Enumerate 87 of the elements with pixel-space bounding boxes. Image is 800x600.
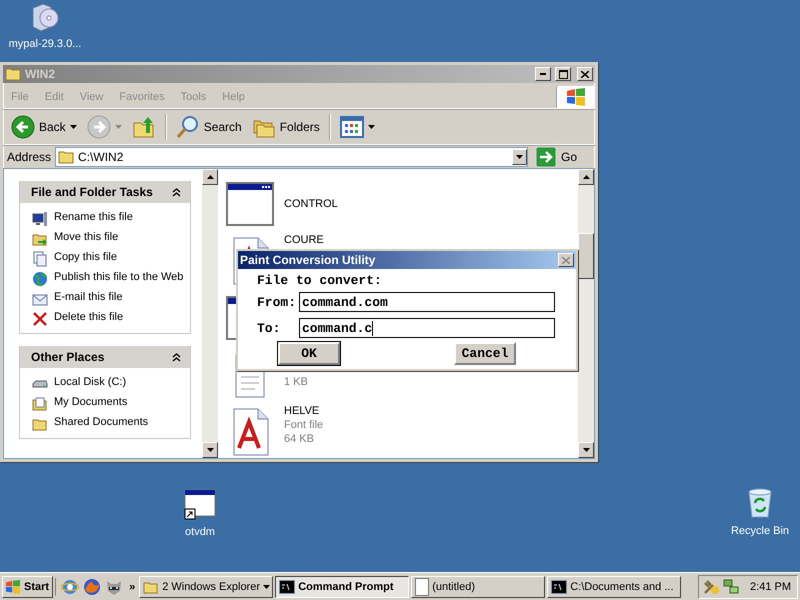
folders-button[interactable]: Folders xyxy=(248,113,324,141)
scrollbar[interactable] xyxy=(578,169,594,458)
overflow-button[interactable]: » xyxy=(127,580,138,592)
caret-icon xyxy=(114,125,122,129)
network-icon[interactable] xyxy=(722,578,740,596)
start-button[interactable]: Start xyxy=(2,576,54,598)
taskbar-button[interactable]: Command Prompt xyxy=(275,576,410,598)
address-label: Address xyxy=(7,150,52,164)
file-size: 1 KB xyxy=(284,375,308,389)
close-icon xyxy=(562,256,570,264)
taskbar-button[interactable]: 2 Windows Explorer xyxy=(139,576,274,598)
go-button[interactable]: Go xyxy=(532,147,591,167)
view-grid-icon xyxy=(340,116,364,138)
caret-icon xyxy=(70,125,77,129)
text-field[interactable]: command.com xyxy=(299,292,555,312)
desktop-icon-label[interactable]: Recycle Bin xyxy=(730,525,790,537)
monitor-icon xyxy=(32,211,48,227)
blank-page-icon xyxy=(415,578,430,596)
down-arrow-icon xyxy=(582,448,590,452)
scroll-down-button[interactable] xyxy=(578,442,594,458)
scroll-down-button[interactable] xyxy=(202,442,218,458)
globe-e-icon[interactable] xyxy=(61,578,80,596)
close-icon xyxy=(581,70,589,78)
taskbar-button[interactable]: (untitled) xyxy=(411,576,546,598)
close-button[interactable] xyxy=(558,253,574,267)
globe-icon xyxy=(32,271,48,287)
task-link[interactable]: Local Disk (C:) xyxy=(54,376,126,389)
tools-icon[interactable] xyxy=(702,578,720,596)
caret-icon xyxy=(516,155,523,159)
folder-icon xyxy=(58,150,74,164)
pages-icon xyxy=(32,251,48,267)
folder-up-arrow-icon xyxy=(132,115,156,139)
task-link[interactable]: Rename this file xyxy=(54,211,133,224)
task-link[interactable]: My Documents xyxy=(54,396,128,409)
delete-icon xyxy=(32,311,48,327)
taskbar-button[interactable]: C:\Documents and ... xyxy=(547,576,682,598)
close-button[interactable] xyxy=(577,67,593,81)
text-field[interactable]: command.c xyxy=(299,318,555,338)
search-icon xyxy=(176,115,200,139)
file-type: Font file xyxy=(284,418,324,432)
dialog-heading: File to convert: xyxy=(256,273,383,289)
flag-icon xyxy=(566,88,586,106)
flag-icon xyxy=(5,580,21,594)
caret-icon xyxy=(368,125,375,129)
file-name[interactable]: HELVE xyxy=(284,404,324,418)
dialog-button[interactable]: OK xyxy=(278,342,340,365)
minimize-icon xyxy=(540,73,546,75)
task-link[interactable]: Copy this file xyxy=(54,251,117,264)
file-size: 64 KB xyxy=(284,432,315,446)
collapse-chevron-icon[interactable] xyxy=(172,352,181,362)
dropdown-button[interactable] xyxy=(512,149,527,165)
file-name[interactable]: COURE xyxy=(284,233,324,247)
up-arrow-icon xyxy=(206,175,214,179)
scroll-thumb[interactable] xyxy=(578,233,594,279)
scroll-up-button[interactable] xyxy=(578,169,594,185)
search-button[interactable]: Search xyxy=(172,113,246,141)
back-button[interactable]: Back xyxy=(7,113,81,141)
field-label: From: xyxy=(257,294,298,310)
console-icon xyxy=(279,580,296,594)
task-link[interactable]: E-mail this file xyxy=(54,291,122,304)
field-label: To: xyxy=(257,320,282,336)
fox-globe-icon[interactable] xyxy=(83,578,102,596)
maximize-button[interactable] xyxy=(555,67,571,81)
window-shortcut-icon[interactable] xyxy=(184,488,216,520)
task-link[interactable]: Shared Documents xyxy=(54,416,148,429)
window-title: WIN2 xyxy=(25,67,56,81)
down-arrow-icon xyxy=(206,448,214,452)
desktop-icon-label[interactable]: mypal-29.3.0... xyxy=(8,38,82,50)
maximize-icon xyxy=(558,70,568,78)
console-icon xyxy=(551,580,568,594)
task-link[interactable]: Move this file xyxy=(54,231,118,244)
up-arrow-icon xyxy=(582,175,590,179)
file-name[interactable]: CONTROL xyxy=(284,196,338,210)
collapse-chevron-icon[interactable] xyxy=(172,188,181,196)
scrollbar[interactable] xyxy=(202,169,218,458)
dialog-title: Paint Conversion Utility xyxy=(240,253,376,267)
desktop-icon-label[interactable]: otvdm xyxy=(185,526,215,538)
clock: 2:41 PM xyxy=(750,580,791,592)
task-link[interactable]: Delete this file xyxy=(54,311,124,324)
scroll-up-button[interactable] xyxy=(202,169,218,185)
program-window-icon xyxy=(226,182,274,226)
task-link[interactable]: Publish this file to the Web xyxy=(54,271,184,284)
dialog-button[interactable]: Cancel xyxy=(454,342,516,365)
folder-icon xyxy=(5,67,21,81)
folder-document-icon xyxy=(32,396,48,412)
minimize-button[interactable] xyxy=(535,67,551,81)
address-field[interactable]: C:\WIN2 xyxy=(55,147,528,167)
